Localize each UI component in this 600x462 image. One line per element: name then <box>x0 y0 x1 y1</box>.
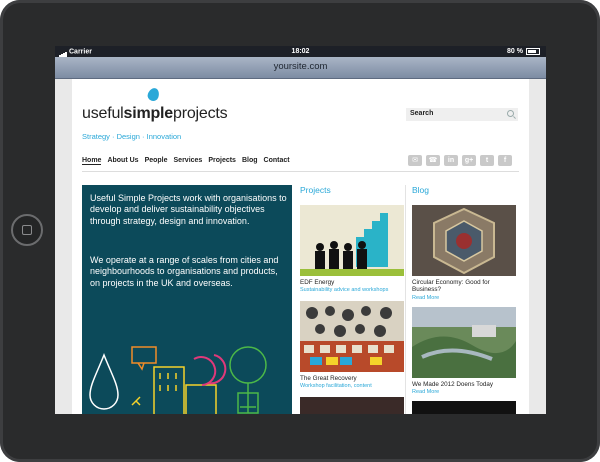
search-label: Search <box>410 110 434 117</box>
battery: 80 % <box>507 46 540 57</box>
nav-item-people[interactable]: People <box>145 157 168 165</box>
address-bar[interactable]: yoursite.com <box>55 57 546 79</box>
twitter-icon[interactable]: t <box>480 155 494 166</box>
building-icon <box>153 366 185 414</box>
screen: Carrier 18:02 80 % yoursite.com usefulsi… <box>55 46 546 414</box>
blog-title[interactable]: Circular Economy: Good for Business? <box>412 279 516 293</box>
nav-divider <box>82 171 519 172</box>
status-bar: Carrier 18:02 80 % <box>55 46 546 57</box>
page-content: usefulsimpleprojects Strategy · Design ·… <box>72 79 529 414</box>
tagline: Strategy · Design · Innovation <box>82 132 182 141</box>
linkedin-icon[interactable]: in <box>444 155 458 166</box>
nav-item-services[interactable]: Services <box>174 157 203 165</box>
read-more-link[interactable]: Read More <box>412 295 516 301</box>
logo-part-simple: simple <box>123 105 174 122</box>
blog-heading[interactable]: Blog <box>412 185 429 195</box>
logo-part-useful: useful <box>82 105 124 122</box>
main-nav: Home About Us People Services Projects Blog Co… <box>82 157 290 165</box>
mail-icon[interactable]: ✉ <box>408 155 422 166</box>
home-square-icon <box>22 225 32 235</box>
status-time: 18:02 <box>291 48 310 55</box>
tree-icon <box>229 346 267 384</box>
battery-icon <box>526 48 540 55</box>
intro-paragraph-1: Useful Simple Projects work with organis… <box>90 193 287 226</box>
facebook-icon[interactable]: f <box>498 155 512 166</box>
speech-bubble-icon <box>131 346 157 364</box>
nav-item-about-us[interactable]: About Us <box>107 157 138 165</box>
logo-part-projects: projects <box>173 105 228 122</box>
nav-item-projects[interactable]: Projects <box>208 157 236 165</box>
nav-item-contact[interactable]: Contact <box>264 157 290 165</box>
site-logo[interactable]: usefulsimpleprojects <box>82 105 228 123</box>
tool-icon <box>131 396 141 406</box>
illustration-icons <box>89 346 267 414</box>
project-thumbnail-edf[interactable] <box>300 205 404 276</box>
recycle-icon <box>193 356 217 386</box>
google-plus-icon[interactable]: g+ <box>462 155 476 166</box>
phone-icon[interactable]: ☎ <box>426 155 440 166</box>
read-more-link[interactable]: Read More <box>412 389 516 395</box>
nav-item-blog[interactable]: Blog <box>242 157 258 165</box>
logo-drop-icon <box>146 86 161 103</box>
intro-panel: Useful Simple Projects work with organis… <box>82 185 292 414</box>
project-thumbnail-great-recovery[interactable] <box>300 301 404 372</box>
blog-thumbnail-3[interactable] <box>412 401 516 414</box>
url-text: yoursite.com <box>273 61 328 72</box>
search-icon[interactable] <box>507 110 514 117</box>
social-links: ✉ ☎ in g+ t f <box>408 155 512 166</box>
intro-paragraph-2: We operate at a range of scales from cit… <box>90 255 279 288</box>
projects-heading[interactable]: Projects <box>300 185 331 195</box>
home-button[interactable] <box>11 214 43 246</box>
water-drop-icon <box>89 352 119 410</box>
blog-thumbnail-2012[interactable] <box>412 307 516 378</box>
project-subtitle: Workshop facilitation, content <box>300 383 372 389</box>
project-thumbnail-3[interactable] <box>300 397 404 414</box>
web-page: usefulsimpleprojects Strategy · Design ·… <box>55 79 546 414</box>
project-subtitle: Sustainability advice and workshops <box>300 287 389 293</box>
tablet-frame: Carrier 18:02 80 % yoursite.com usefulsi… <box>0 0 600 462</box>
battery-label: 80 % <box>507 48 523 55</box>
column-divider <box>405 185 406 414</box>
nav-item-home[interactable]: Home <box>82 157 102 165</box>
blog-thumbnail-circular-economy[interactable] <box>412 205 516 276</box>
blog-title[interactable]: We Made 2012 Doens Today <box>412 381 516 388</box>
project-title[interactable]: The Great Recovery <box>300 375 404 382</box>
search-input[interactable]: Search <box>406 108 518 121</box>
project-title[interactable]: EDF Energy <box>300 279 404 286</box>
